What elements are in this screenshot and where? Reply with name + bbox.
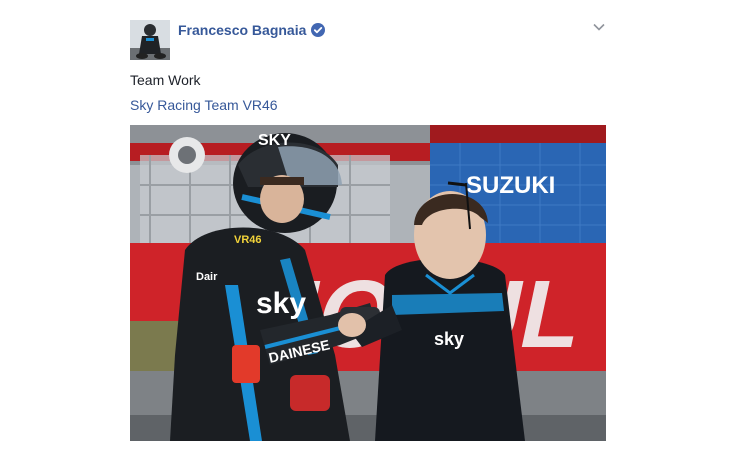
facebook-post: Francesco Bagnaia Team Work Sky Racing T… bbox=[0, 0, 738, 462]
avatar-image bbox=[130, 20, 170, 60]
author-row: Francesco Bagnaia bbox=[178, 22, 326, 38]
chevron-down-icon[interactable] bbox=[592, 20, 606, 34]
sponsor-banner-text: SUZUKI bbox=[466, 172, 555, 199]
post-text: Team Work bbox=[130, 72, 201, 88]
rider-chest-sponsor: Dair bbox=[196, 271, 218, 283]
rider-helmet-number: VR46 bbox=[234, 234, 262, 246]
rider-helmet-text: SKY bbox=[258, 132, 291, 149]
rider-suit-logo: sky bbox=[256, 287, 306, 320]
verified-badge-icon bbox=[311, 23, 326, 37]
engineer-jacket-logo: sky bbox=[434, 329, 464, 349]
photo-scene: SUZUKI MOTUL DAINESE sky Dair bbox=[130, 125, 606, 441]
team-page-link[interactable]: Sky Racing Team VR46 bbox=[130, 97, 278, 113]
author-name[interactable]: Francesco Bagnaia bbox=[178, 22, 306, 38]
author-avatar[interactable] bbox=[130, 20, 170, 60]
post-photo[interactable]: SUZUKI MOTUL DAINESE sky Dair bbox=[130, 125, 606, 441]
